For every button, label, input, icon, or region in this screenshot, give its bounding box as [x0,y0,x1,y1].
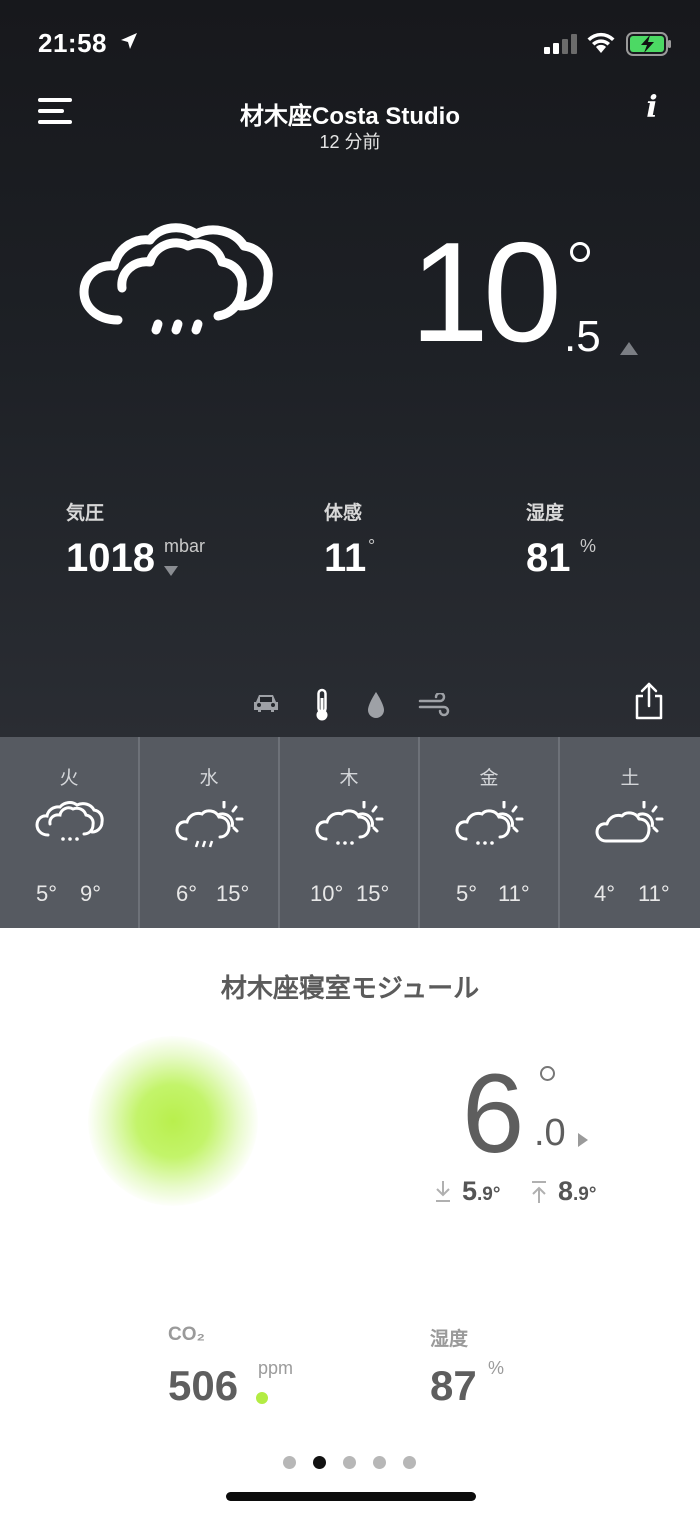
forecast-high: 9° [80,881,102,906]
feels-like-metric: 体感 11 ° [324,498,375,580]
partly-sunny-rain-icon [455,801,524,845]
module-humidity-metric: 湿度 87 % [430,1324,504,1409]
station-title: 材木座Costa Studio [240,103,460,130]
module-min-temp: 5.9° [462,1176,501,1207]
humidity-label: 湿度 [526,503,565,524]
co2-value: 506 [168,1362,239,1409]
page-dot[interactable] [343,1456,356,1469]
outdoor-panel: 21:58 材木座Costa Studio 12 分前 i 10 .5 気圧 1… [0,0,700,737]
min-int: 5 [462,1176,478,1206]
co2-unit: ppm [258,1358,294,1378]
battery-charging-icon [626,32,671,56]
forecast-high: 11° [498,881,530,906]
forecast-day-name: 金 [479,768,499,789]
module-title: 材木座寝室モジュール [220,973,480,1003]
forecast-day[interactable]: 金 5° 11° [420,737,560,928]
forecast-low: 4° [594,881,616,906]
feels-like-value: 11 [324,536,367,580]
trend-stable-icon [578,1133,588,1147]
feels-like-unit: ° [368,536,376,556]
max-deg: ° [588,1184,597,1205]
page-dot[interactable] [283,1456,296,1469]
min-arrow-icon [436,1181,450,1202]
outdoor-temperature: 10 [410,213,562,372]
info-button[interactable]: i [638,90,666,126]
forecast-day-name: 火 [59,768,79,789]
pressure-value: 1018 [66,536,155,580]
forecast-high: 15° [356,881,390,906]
module-max-temp: 8.9° [558,1176,597,1207]
wind-icon[interactable] [418,693,450,717]
partly-sunny-rain-icon [315,801,384,845]
page-dot[interactable] [373,1456,386,1469]
humidity-metric: 湿度 81 % [526,498,596,580]
module-temperature: 6 [462,1051,525,1176]
degree-symbol [540,1066,555,1081]
forecast-day[interactable]: 水 6° 15° [140,737,280,928]
forecast-high: 11° [638,881,670,906]
pressure-label: 気圧 [66,503,105,524]
max-int: 8 [558,1176,574,1206]
status-time: 21:58 [38,28,107,58]
forecast-low: 5° [36,881,58,906]
module-humidity-label: 湿度 [430,1329,469,1350]
max-arrow-icon [532,1181,546,1203]
status-bar: 21:58 [38,28,672,60]
trend-down-icon [164,566,178,576]
rain-cloud-icon [35,801,104,841]
module-temperature-decimal: .0 [534,1112,566,1154]
feels-like-label: 体感 [324,503,363,524]
module-humidity-value: 87 [430,1362,477,1409]
rain-cloud-icon [79,223,273,335]
partly-sunny-rain-icon [175,801,244,848]
forecast-day-name: 土 [620,768,640,789]
outdoor-temperature-decimal: .5 [564,312,601,361]
home-indicator[interactable] [226,1492,476,1501]
degree-symbol [570,242,590,262]
cell-signal-icon [544,34,577,54]
forecast-low: 5° [456,881,478,906]
car-icon[interactable] [252,692,280,714]
co2-metric: CO₂ 506 ppm [168,1324,293,1409]
share-icon[interactable] [633,682,665,720]
forecast-day-name: 水 [199,768,219,789]
forecast-high: 15° [216,881,250,906]
co2-status-dot [256,1392,268,1404]
pressure-unit: mbar [164,536,206,556]
min-deg: ° [492,1184,501,1205]
last-updated: 12 分前 [319,132,381,152]
forecast-day[interactable]: 木 10° 15° [280,737,420,928]
humidity-unit: % [580,536,597,556]
location-arrow-icon [121,33,137,49]
min-dec: .9 [477,1184,493,1205]
forecast-day[interactable]: 火 5° 9° [0,737,140,928]
forecast-day[interactable]: 土 4° 11° [560,737,700,928]
partly-sunny-icon [595,801,664,843]
forecast-low: 10° [310,881,344,906]
trend-up-icon [620,342,638,355]
thermometer-icon[interactable] [313,688,331,722]
humidity-value: 81 [526,536,571,580]
page-dot[interactable] [403,1456,416,1469]
module-humidity-unit: % [488,1358,505,1378]
max-dec: .9 [573,1184,589,1205]
air-quality-indicator [88,1036,258,1206]
page-dot-active[interactable] [313,1456,326,1469]
wifi-icon [587,32,615,53]
co2-label: CO₂ [168,1324,205,1345]
forecast-day-name: 木 [339,768,359,789]
forecast-low: 6° [176,881,198,906]
forecast-strip: 火 5° 9° 水 6° 15° 木 10° 15° 金 5° 11° 土 4°… [0,737,700,928]
rain-drop-icon[interactable] [367,691,385,719]
pressure-metric: 気圧 1018 mbar [66,498,205,580]
